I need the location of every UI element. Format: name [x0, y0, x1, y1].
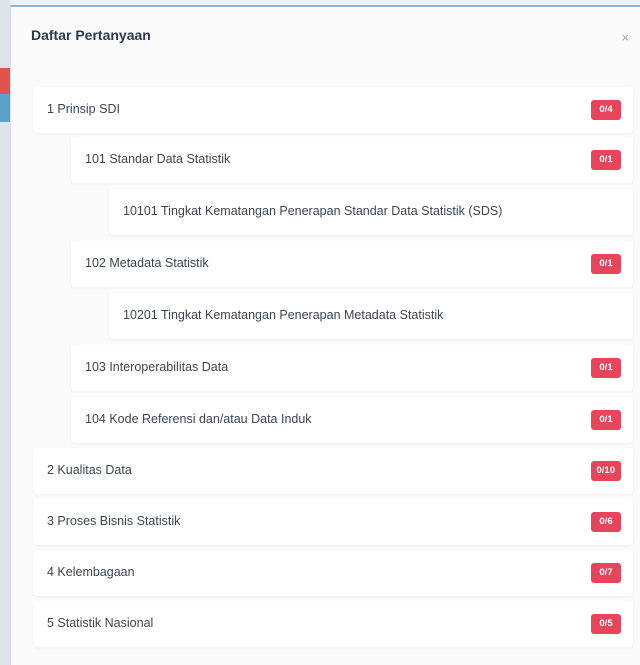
tree-item-label: 1 Prinsip SDI [47, 102, 120, 116]
tree-item-label: 3 Proses Bisnis Statistik [47, 514, 181, 528]
close-icon[interactable]: × [621, 31, 629, 44]
progress-badge: 0/1 [591, 150, 621, 170]
tree-item-label: 4 Kelembagaan [47, 565, 135, 579]
tree-item-label: 10201 Tingkat Kematangan Penerapan Metad… [123, 308, 444, 322]
progress-badge: 0/5 [591, 614, 621, 634]
progress-badge: 0/7 [591, 563, 621, 583]
tree-item-10201[interactable]: 10201 Tingkat Kematangan Penerapan Metad… [109, 293, 633, 339]
tree-item-101[interactable]: 101 Standar Data Statistik 0/1 [71, 137, 633, 183]
progress-badge: 0/6 [591, 512, 621, 532]
tree-item-label: 2 Kualitas Data [47, 463, 132, 477]
tree-item-label: 10101 Tingkat Kematangan Penerapan Stand… [123, 204, 503, 218]
background-accent-blue [0, 94, 10, 122]
progress-badge: 0/4 [591, 100, 621, 120]
tree-item-4[interactable]: 4 Kelembagaan 0/7 [33, 550, 633, 596]
tree-item-1[interactable]: 1 Prinsip SDI 0/4 [33, 87, 633, 133]
tree-item-label: 103 Interoperabilitas Data [85, 360, 229, 374]
progress-badge: 0/1 [591, 254, 621, 274]
question-list-modal: Daftar Pertanyaan × 1 Prinsip SDI 0/4 10… [10, 5, 640, 665]
tree-item-label: 5 Statistik Nasional [47, 616, 154, 630]
progress-badge: 0/1 [591, 358, 621, 378]
background-accent-red [0, 68, 10, 94]
progress-badge: 0/10 [590, 461, 621, 481]
tree-item-label: 102 Metadata Statistik [85, 256, 209, 270]
tree-item-label: 101 Standar Data Statistik [85, 152, 231, 166]
tree-item-5[interactable]: 5 Statistik Nasional 0/5 [33, 601, 633, 647]
tree-item-103[interactable]: 103 Interoperabilitas Data 0/1 [71, 345, 633, 391]
modal-header: Daftar Pertanyaan × [11, 7, 640, 67]
progress-badge: 0/1 [591, 410, 621, 430]
modal-title: Daftar Pertanyaan [31, 27, 151, 43]
tree-item-102[interactable]: 102 Metadata Statistik 0/1 [71, 241, 633, 287]
tree-item-3[interactable]: 3 Proses Bisnis Statistik 0/6 [33, 499, 633, 545]
tree-item-2[interactable]: 2 Kualitas Data 0/10 [33, 448, 633, 494]
tree-item-104[interactable]: 104 Kode Referensi dan/atau Data Induk 0… [71, 397, 633, 443]
tree-item-10101[interactable]: 10101 Tingkat Kematangan Penerapan Stand… [109, 189, 633, 235]
tree-item-label: 104 Kode Referensi dan/atau Data Induk [85, 412, 312, 426]
